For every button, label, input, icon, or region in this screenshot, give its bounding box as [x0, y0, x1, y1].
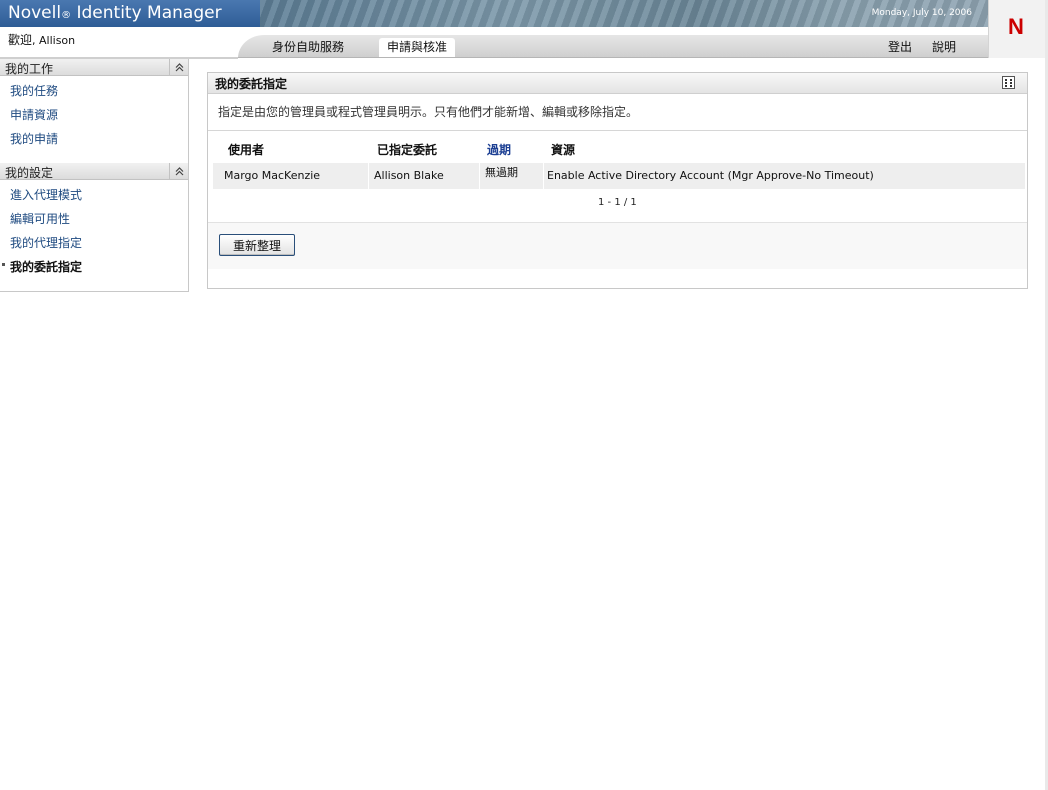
delegate-assignments-portlet: 我的委託指定 指定是由您的管理員或程式管理員明示。只有他們才能新增、編輯或移除指…	[207, 72, 1028, 289]
app-header: Novell® Identity Manager Monday, July 10…	[0, 0, 1048, 60]
brand-title: Novell® Identity Manager	[0, 0, 260, 27]
cell-expiry: 無過期	[479, 163, 543, 189]
brand-product: Identity Manager	[71, 3, 222, 23]
double-chevron-up-icon[interactable]	[169, 59, 188, 75]
header-banner-image: Monday, July 10, 2006	[260, 0, 988, 27]
column-header-expiry[interactable]: 過期	[487, 141, 511, 158]
column-header-user: 使用者	[228, 143, 265, 157]
sidebar-item-my-delegate-assignments[interactable]: 我的委託指定	[2, 258, 83, 275]
portlet-description: 指定是由您的管理員或程式管理員明示。只有他們才能新增、編輯或移除指定。	[218, 105, 639, 119]
current-item-bullet-icon	[2, 263, 5, 266]
brand-registered-mark: ®	[61, 10, 72, 21]
tab-identity-self-service[interactable]: 身份自助服務	[272, 38, 344, 55]
sidebar-item-request-resource[interactable]: 申請資源	[10, 106, 58, 123]
divider	[208, 130, 1027, 131]
column-header-delegate: 已指定委託	[377, 143, 438, 157]
main-tab-bar: 身份自助服務 申請與核准 登出 說明	[0, 35, 988, 59]
refresh-button[interactable]: 重新整理	[219, 234, 295, 256]
sidebar-item-my-tasks[interactable]: 我的任務	[10, 82, 58, 99]
current-date: Monday, July 10, 2006	[871, 8, 972, 18]
logout-link[interactable]: 登出	[888, 38, 912, 55]
table-row[interactable]: Margo MacKenzie Allison Blake 無過期 Enable…	[213, 163, 1025, 189]
sidebar-item-my-proxy-assignments[interactable]: 我的代理指定	[10, 234, 82, 251]
portlet-footer: 重新整理	[208, 222, 1027, 269]
novell-n-icon: N	[1008, 14, 1024, 39]
brand-name: Novell	[8, 3, 62, 23]
double-chevron-up-icon[interactable]	[169, 163, 188, 179]
section-title: 我的工作	[5, 62, 54, 76]
cell-delegate: Allison Blake	[368, 163, 479, 189]
sidebar-section-my-settings: 我的設定	[0, 163, 188, 180]
portlet-title: 我的委託指定	[215, 77, 288, 91]
help-link[interactable]: 說明	[932, 38, 956, 55]
pagination-info: 1 - 1 / 1	[598, 197, 637, 208]
portlet-menu-icon[interactable]	[1002, 76, 1015, 89]
cell-resource: Enable Active Directory Account (Mgr App…	[543, 163, 1025, 189]
sidebar: 我的工作 我的任務 申請資源 我的申請 我的設定 進入代理模式 編輯可用性 我的…	[0, 59, 189, 292]
welcome-label: 歡迎	[8, 33, 33, 47]
portlet-header: 我的委託指定	[208, 73, 1027, 94]
novell-logo: N	[988, 0, 1046, 58]
tab-requests-approvals[interactable]: 申請與核准	[379, 38, 456, 57]
welcome-user: , Allison	[32, 34, 76, 47]
sidebar-item-edit-availability[interactable]: 編輯可用性	[10, 210, 70, 227]
sidebar-section-my-work: 我的工作	[0, 59, 188, 76]
welcome-message: 歡迎, Allison	[8, 31, 75, 48]
cell-user: Margo MacKenzie	[224, 169, 321, 182]
section-title: 我的設定	[5, 166, 54, 180]
column-header-resource: 資源	[551, 143, 576, 157]
sidebar-item-my-requests[interactable]: 我的申請	[10, 130, 58, 147]
sidebar-item-enter-proxy-mode[interactable]: 進入代理模式	[10, 186, 82, 203]
sidebar-item-label: 我的委託指定	[10, 260, 83, 274]
